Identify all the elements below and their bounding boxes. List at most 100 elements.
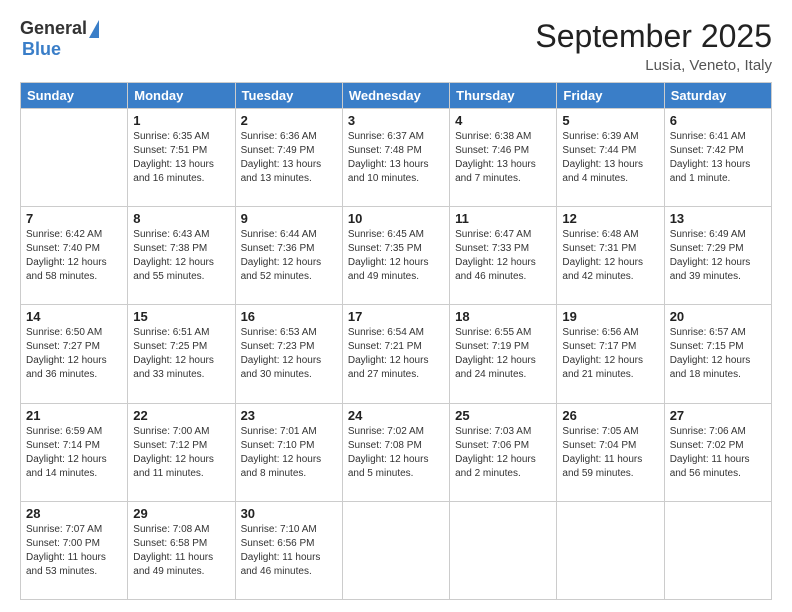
day-number: 13 bbox=[670, 211, 766, 226]
day-number: 5 bbox=[562, 113, 658, 128]
day-number: 4 bbox=[455, 113, 551, 128]
day-cell: 4 Sunrise: 6:38 AMSunset: 7:46 PMDaylight… bbox=[450, 109, 557, 207]
day-cell bbox=[21, 109, 128, 207]
day-info: Sunrise: 6:35 AMSunset: 7:51 PMDaylight:… bbox=[133, 130, 229, 186]
day-cell: 26 Sunrise: 7:05 AMSunset: 7:04 PMDayligh… bbox=[557, 403, 664, 501]
weekday-header-row: SundayMondayTuesdayWednesdayThursdayFrid… bbox=[21, 83, 772, 109]
day-number: 26 bbox=[562, 408, 658, 423]
day-info: Sunrise: 6:47 AMSunset: 7:33 PMDaylight:… bbox=[455, 228, 551, 284]
day-number: 29 bbox=[133, 506, 229, 521]
day-cell: 11 Sunrise: 6:47 AMSunset: 7:33 PMDayligh… bbox=[450, 207, 557, 305]
header: General Blue September 2025 Lusia, Venet… bbox=[20, 18, 772, 74]
day-info: Sunrise: 7:05 AMSunset: 7:04 PMDaylight:… bbox=[562, 425, 658, 481]
day-number: 18 bbox=[455, 309, 551, 324]
day-cell: 18 Sunrise: 6:55 AMSunset: 7:19 PMDayligh… bbox=[450, 305, 557, 403]
day-cell bbox=[557, 501, 664, 599]
day-number: 28 bbox=[26, 506, 122, 521]
page-title: September 2025 bbox=[535, 18, 772, 55]
weekday-header-thursday: Thursday bbox=[450, 83, 557, 109]
day-info: Sunrise: 6:57 AMSunset: 7:15 PMDaylight:… bbox=[670, 326, 766, 382]
day-cell bbox=[450, 501, 557, 599]
day-number: 9 bbox=[241, 211, 337, 226]
day-number: 11 bbox=[455, 211, 551, 226]
day-cell: 8Sunrise: 6:43 AMSunset: 7:38 PMDaylight… bbox=[128, 207, 235, 305]
day-cell: 16 Sunrise: 6:53 AMSunset: 7:23 PMDayligh… bbox=[235, 305, 342, 403]
day-number: 22 bbox=[133, 408, 229, 423]
day-info: Sunrise: 7:08 AMSunset: 6:58 PMDaylight:… bbox=[133, 523, 229, 579]
day-cell: 19 Sunrise: 6:56 AMSunset: 7:17 PMDayligh… bbox=[557, 305, 664, 403]
title-block: September 2025 Lusia, Veneto, Italy bbox=[535, 18, 772, 74]
day-cell: 1Sunrise: 6:35 AMSunset: 7:51 PMDaylight… bbox=[128, 109, 235, 207]
day-number: 19 bbox=[562, 309, 658, 324]
day-number: 16 bbox=[241, 309, 337, 324]
weekday-header-monday: Monday bbox=[128, 83, 235, 109]
day-number: 21 bbox=[26, 408, 122, 423]
day-number: 23 bbox=[241, 408, 337, 423]
week-row-3: 14 Sunrise: 6:50 AMSunset: 7:27 PMDayligh… bbox=[21, 305, 772, 403]
day-info: Sunrise: 6:44 AMSunset: 7:36 PMDaylight:… bbox=[241, 228, 337, 284]
day-info: Sunrise: 7:06 AMSunset: 7:02 PMDaylight:… bbox=[670, 425, 766, 481]
day-number: 24 bbox=[348, 408, 444, 423]
day-info: Sunrise: 7:01 AMSunset: 7:10 PMDaylight:… bbox=[241, 425, 337, 481]
day-cell: 17 Sunrise: 6:54 AMSunset: 7:21 PMDayligh… bbox=[342, 305, 449, 403]
day-number: 17 bbox=[348, 309, 444, 324]
weekday-header-wednesday: Wednesday bbox=[342, 83, 449, 109]
day-number: 3 bbox=[348, 113, 444, 128]
week-row-2: 7Sunrise: 6:42 AMSunset: 7:40 PMDaylight… bbox=[21, 207, 772, 305]
day-info: Sunrise: 6:41 AMSunset: 7:42 PMDaylight:… bbox=[670, 130, 766, 186]
day-number: 2 bbox=[241, 113, 337, 128]
day-info: Sunrise: 6:56 AMSunset: 7:17 PMDaylight:… bbox=[562, 326, 658, 382]
day-info: Sunrise: 6:45 AMSunset: 7:35 PMDaylight:… bbox=[348, 228, 444, 284]
day-cell: 24Sunrise: 7:02 AMSunset: 7:08 PMDayligh… bbox=[342, 403, 449, 501]
day-info: Sunrise: 6:54 AMSunset: 7:21 PMDaylight:… bbox=[348, 326, 444, 382]
day-info: Sunrise: 6:48 AMSunset: 7:31 PMDaylight:… bbox=[562, 228, 658, 284]
day-number: 14 bbox=[26, 309, 122, 324]
day-cell: 29 Sunrise: 7:08 AMSunset: 6:58 PMDayligh… bbox=[128, 501, 235, 599]
page: General Blue September 2025 Lusia, Venet… bbox=[0, 0, 792, 612]
day-cell: 3 Sunrise: 6:37 AMSunset: 7:48 PMDaylight… bbox=[342, 109, 449, 207]
day-info: Sunrise: 6:51 AMSunset: 7:25 PMDaylight:… bbox=[133, 326, 229, 382]
day-cell: 21 Sunrise: 6:59 AMSunset: 7:14 PMDayligh… bbox=[21, 403, 128, 501]
day-cell bbox=[664, 501, 771, 599]
day-info: Sunrise: 6:53 AMSunset: 7:23 PMDaylight:… bbox=[241, 326, 337, 382]
day-number: 6 bbox=[670, 113, 766, 128]
day-info: Sunrise: 6:36 AMSunset: 7:49 PMDaylight:… bbox=[241, 130, 337, 186]
day-info: Sunrise: 6:38 AMSunset: 7:46 PMDaylight:… bbox=[455, 130, 551, 186]
day-cell bbox=[342, 501, 449, 599]
day-info: Sunrise: 7:03 AMSunset: 7:06 PMDaylight:… bbox=[455, 425, 551, 481]
weekday-header-sunday: Sunday bbox=[21, 83, 128, 109]
day-cell: 6 Sunrise: 6:41 AMSunset: 7:42 PMDaylight… bbox=[664, 109, 771, 207]
day-info: Sunrise: 6:39 AMSunset: 7:44 PMDaylight:… bbox=[562, 130, 658, 186]
day-number: 15 bbox=[133, 309, 229, 324]
day-info: Sunrise: 6:59 AMSunset: 7:14 PMDaylight:… bbox=[26, 425, 122, 481]
day-info: Sunrise: 7:07 AMSunset: 7:00 PMDaylight:… bbox=[26, 523, 122, 579]
day-cell: 2 Sunrise: 6:36 AMSunset: 7:49 PMDaylight… bbox=[235, 109, 342, 207]
logo: General Blue bbox=[20, 18, 99, 60]
day-number: 25 bbox=[455, 408, 551, 423]
day-number: 30 bbox=[241, 506, 337, 521]
day-cell: 10Sunrise: 6:45 AMSunset: 7:35 PMDayligh… bbox=[342, 207, 449, 305]
day-cell: 5 Sunrise: 6:39 AMSunset: 7:44 PMDaylight… bbox=[557, 109, 664, 207]
day-info: Sunrise: 6:50 AMSunset: 7:27 PMDaylight:… bbox=[26, 326, 122, 382]
weekday-header-tuesday: Tuesday bbox=[235, 83, 342, 109]
day-info: Sunrise: 7:00 AMSunset: 7:12 PMDaylight:… bbox=[133, 425, 229, 481]
logo-general-text: General bbox=[20, 18, 87, 39]
day-number: 8 bbox=[133, 211, 229, 226]
day-info: Sunrise: 7:10 AMSunset: 6:56 PMDaylight:… bbox=[241, 523, 337, 579]
day-cell: 7Sunrise: 6:42 AMSunset: 7:40 PMDaylight… bbox=[21, 207, 128, 305]
day-cell: 13Sunrise: 6:49 AMSunset: 7:29 PMDayligh… bbox=[664, 207, 771, 305]
day-number: 12 bbox=[562, 211, 658, 226]
logo-blue-text: Blue bbox=[22, 39, 61, 60]
day-cell: 27 Sunrise: 7:06 AMSunset: 7:02 PMDayligh… bbox=[664, 403, 771, 501]
week-row-5: 28 Sunrise: 7:07 AMSunset: 7:00 PMDayligh… bbox=[21, 501, 772, 599]
week-row-1: 1Sunrise: 6:35 AMSunset: 7:51 PMDaylight… bbox=[21, 109, 772, 207]
page-subtitle: Lusia, Veneto, Italy bbox=[535, 57, 772, 74]
day-number: 27 bbox=[670, 408, 766, 423]
day-info: Sunrise: 6:37 AMSunset: 7:48 PMDaylight:… bbox=[348, 130, 444, 186]
day-cell: 28 Sunrise: 7:07 AMSunset: 7:00 PMDayligh… bbox=[21, 501, 128, 599]
day-info: Sunrise: 6:55 AMSunset: 7:19 PMDaylight:… bbox=[455, 326, 551, 382]
day-cell: 15 Sunrise: 6:51 AMSunset: 7:25 PMDayligh… bbox=[128, 305, 235, 403]
calendar: SundayMondayTuesdayWednesdayThursdayFrid… bbox=[20, 82, 772, 600]
day-info: Sunrise: 6:42 AMSunset: 7:40 PMDaylight:… bbox=[26, 228, 122, 284]
weekday-header-friday: Friday bbox=[557, 83, 664, 109]
